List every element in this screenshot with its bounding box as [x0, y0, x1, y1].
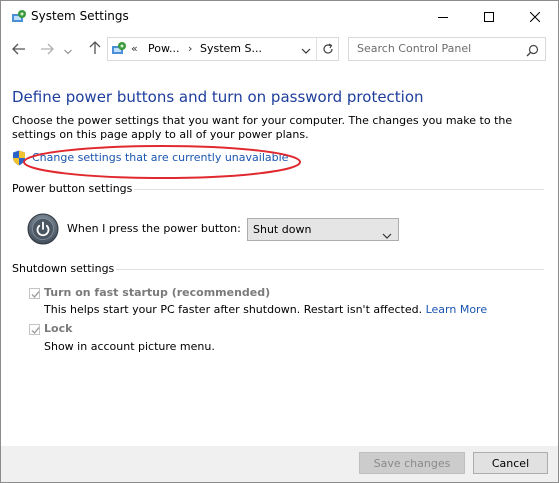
breadcrumb-power-options[interactable]: Pow... — [148, 42, 179, 55]
maximize-button[interactable] — [466, 1, 512, 32]
chevron-down-icon — [301, 48, 311, 54]
fast-startup-checkbox[interactable] — [29, 288, 40, 299]
button-bar: Save changes Cancel — [1, 446, 558, 482]
back-arrow-icon — [12, 40, 26, 59]
back-button[interactable] — [9, 40, 29, 58]
search-input[interactable]: Search Control Panel — [357, 42, 471, 55]
maximize-icon — [484, 11, 494, 22]
uac-shield-icon — [12, 150, 26, 170]
refresh-button[interactable] — [316, 38, 339, 60]
divider — [116, 269, 544, 270]
up-arrow-icon — [89, 40, 101, 59]
lock-label: Lock — [44, 322, 73, 335]
divider — [134, 189, 544, 190]
lock-description: Show in account picture menu. — [44, 340, 215, 353]
system-settings-window: System Settings « Pow... › System S... S… — [0, 0, 559, 483]
power-button-action-value: Shut down — [253, 223, 312, 236]
power-button-action-label: When I press the power button: — [67, 222, 241, 235]
save-changes-button[interactable]: Save changes — [359, 452, 465, 474]
close-icon — [530, 11, 540, 22]
fast-startup-description-text: This helps start your PC faster after sh… — [44, 303, 423, 316]
checkmark-icon — [31, 291, 40, 299]
main-content: Define power buttons and turn on passwor… — [1, 66, 558, 446]
cancel-button[interactable]: Cancel — [473, 452, 548, 474]
address-bar[interactable]: « Pow... › System S... — [107, 37, 339, 61]
change-unavailable-settings-link[interactable]: Change settings that are currently unava… — [32, 151, 288, 164]
page-heading: Define power buttons and turn on passwor… — [12, 88, 424, 106]
forward-button[interactable] — [37, 40, 57, 58]
search-icon[interactable] — [526, 42, 539, 61]
chevron-down-icon — [64, 40, 72, 59]
breadcrumb-system-settings[interactable]: System S... — [200, 42, 262, 55]
breadcrumb-separator[interactable]: › — [188, 42, 192, 55]
fast-startup-label: Turn on fast startup (recommended) — [44, 286, 271, 299]
title-bar: System Settings — [1, 1, 558, 32]
address-overflow-chevron[interactable]: « — [131, 42, 138, 55]
fast-startup-description: This helps start your PC faster after sh… — [44, 303, 487, 316]
control-panel-icon — [111, 41, 127, 57]
search-box[interactable]: Search Control Panel — [348, 37, 546, 61]
power-icon — [27, 213, 59, 245]
navigation-bar: « Pow... › System S... Search Control Pa… — [1, 32, 558, 66]
control-panel-icon — [11, 9, 27, 25]
intro-text: Choose the power settings that you want … — [12, 114, 513, 141]
shutdown-settings-heading: Shutdown settings — [12, 262, 115, 275]
recent-locations-button[interactable] — [61, 40, 75, 58]
lock-checkbox[interactable] — [29, 324, 40, 335]
up-button[interactable] — [85, 40, 105, 58]
close-button[interactable] — [512, 1, 558, 32]
window-title: System Settings — [31, 9, 129, 23]
learn-more-link[interactable]: Learn More — [426, 303, 488, 316]
chevron-down-icon — [382, 225, 392, 244]
address-dropdown-button[interactable] — [298, 43, 314, 57]
minimize-button[interactable] — [420, 1, 466, 32]
checkmark-icon — [31, 327, 40, 335]
forward-arrow-icon — [40, 40, 54, 59]
refresh-icon — [323, 43, 333, 54]
power-button-settings-heading: Power button settings — [12, 182, 133, 195]
minimize-icon — [438, 12, 448, 22]
power-button-action-select[interactable]: Shut down — [247, 218, 399, 241]
